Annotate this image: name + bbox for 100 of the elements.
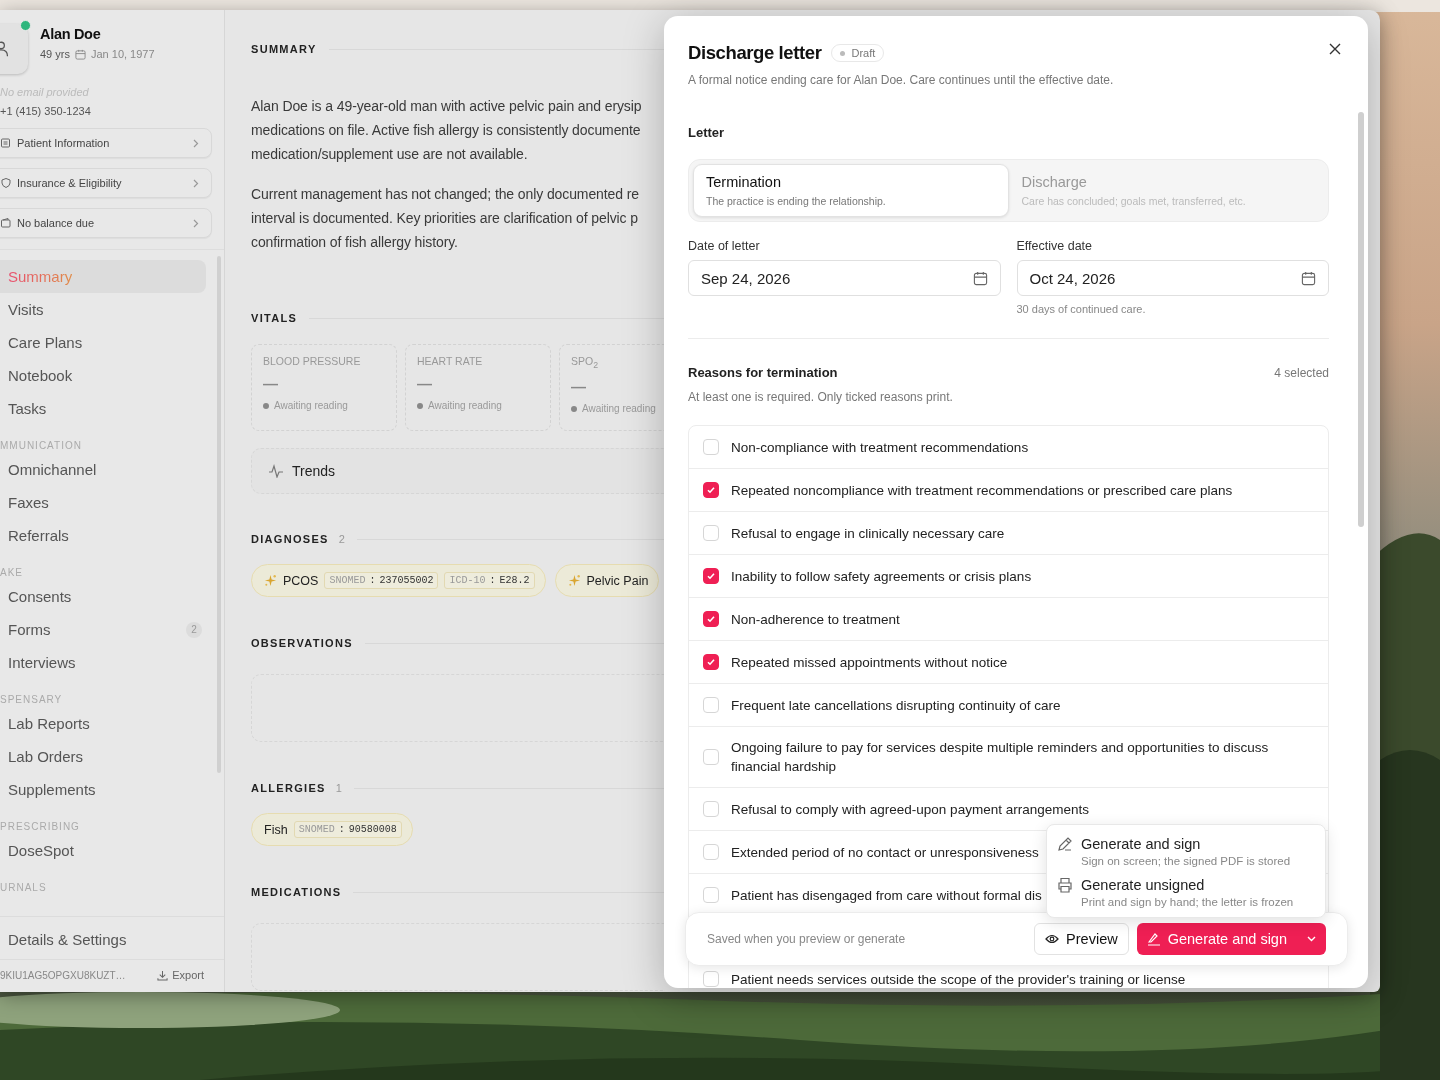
nav-group-label: AKE xyxy=(0,566,24,580)
code-tag: SNOMED : 90580008 xyxy=(293,821,402,838)
vital-value: — xyxy=(263,375,279,392)
status-dot xyxy=(571,405,577,412)
allergy-chip[interactable]: Fish SNOMED : 90580008 xyxy=(251,813,413,846)
patient-link[interactable]: Patient Information xyxy=(0,128,212,158)
vital-status: Awaiting reading xyxy=(428,400,502,411)
nav-item[interactable]: Interviews xyxy=(0,646,206,679)
letter-type-option[interactable]: Termination The practice is ending the relationship. xyxy=(693,164,1009,217)
calendar-icon xyxy=(74,48,86,60)
section-heading: ALLERGIES xyxy=(251,782,326,794)
selection-count: 4 selected xyxy=(1274,366,1329,380)
patient-link[interactable]: No balance due xyxy=(0,208,212,238)
nav-item[interactable]: Lab Orders xyxy=(0,740,206,773)
reason-label: Ongoing failure to pay for services despite multiple reminders and opportunities to discuss financial hardship xyxy=(731,739,1270,776)
status-dot xyxy=(263,402,269,409)
reason-label: Extended period of no contact or unresponsiveness xyxy=(731,843,1039,862)
reason-label: Repeated missed appointments without notice xyxy=(731,653,1008,672)
calendar-icon xyxy=(1301,270,1316,286)
menu-item[interactable]: Generate and sign Sign on screen; the signed PDF is stored xyxy=(1047,833,1325,870)
nav-item[interactable]: Forms xyxy=(0,613,178,646)
eye-icon xyxy=(1045,934,1060,944)
section-count: 1 xyxy=(335,782,342,794)
section-hint: At least one is required. Only ticked reasons print. xyxy=(688,390,954,404)
calendar-icon xyxy=(972,270,988,286)
nav-item[interactable]: Care Plans xyxy=(0,326,206,359)
vital-value: — xyxy=(571,378,587,396)
field-label: Letter xyxy=(688,125,726,140)
nav-item[interactable]: Supplements xyxy=(0,773,206,806)
nav-item[interactable]: Lab Reports xyxy=(0,707,206,740)
status-dot xyxy=(417,402,423,409)
nav-item[interactable]: DoseSpot xyxy=(0,834,206,867)
caret-icon xyxy=(1307,936,1316,942)
menu-item[interactable]: Generate unsigned Print and sign by hand; the letter is frozen xyxy=(1047,874,1325,911)
code-tag: SNOMED : 237055002 xyxy=(324,572,439,589)
section-heading: VITALS xyxy=(251,312,298,324)
nav-item[interactable]: Omnichannel xyxy=(0,453,206,486)
dialog-title: Discharge letter xyxy=(688,42,822,64)
field-label: Effective date xyxy=(1016,239,1093,253)
diagnosis-chip[interactable]: Pelvic Pain xyxy=(554,564,660,597)
count-badge: 2 xyxy=(186,621,202,638)
nav-item[interactable]: Referrals xyxy=(0,519,206,552)
summary-paragraph: Alan Doe is a 49-year-old man with active pelvic pain and erysip medications on file. Active fish allergy is consistently documente medication/supplement use are not available. xyxy=(251,97,643,164)
section-title: Reasons for termination xyxy=(688,365,838,380)
nav-item[interactable]: Tasks xyxy=(0,392,206,425)
reason-label: Repeated noncompliance with treatment recommendations or prescribed care plans xyxy=(731,481,1233,500)
birth-date: Jan 10, 1977 xyxy=(90,48,155,60)
nav-group-label: MMUNICATION xyxy=(0,439,83,453)
code-tag: ICD-10 : E28.2 xyxy=(444,572,535,589)
checkbox[interactable] xyxy=(703,568,719,584)
nav-item[interactable]: Notebook xyxy=(0,359,206,392)
chevron-icon xyxy=(193,218,199,228)
preview-button[interactable]: Preview xyxy=(1034,923,1129,955)
nav-item[interactable]: Consents xyxy=(0,580,206,613)
vital-status: Awaiting reading xyxy=(274,400,348,411)
vital-status: Awaiting reading xyxy=(582,403,656,415)
date-field[interactable]: Sep 24, 2026 xyxy=(688,260,1001,296)
save-note: Saved when you preview or generate xyxy=(707,932,907,946)
pulse-icon xyxy=(268,464,284,478)
download-icon xyxy=(157,969,169,981)
date-field[interactable]: Oct 24, 2026 xyxy=(1016,260,1329,296)
sparkle-icon xyxy=(264,574,277,587)
pencil-icon xyxy=(1057,836,1073,852)
check-icon xyxy=(706,614,716,624)
reason-label: Refusal to engage in clinically necessary care xyxy=(731,524,1005,543)
close-icon xyxy=(1329,43,1341,55)
section-heading: MEDICATIONS xyxy=(251,886,342,898)
export-button[interactable]: Export xyxy=(157,969,204,981)
phone-number: +1 (415) 350-1234 xyxy=(0,105,92,117)
section-heading: OBSERVATIONS xyxy=(251,637,353,649)
summary-paragraph: Current management has not changed; the only documented re interval is documented. Key priorities are clarification of pelvic p confirmation of fish allergy history. xyxy=(251,185,640,252)
patient-age: 49 yrs xyxy=(40,48,70,60)
trends-panel[interactable]: Trends xyxy=(251,448,665,494)
reason-label: Patient has disengaged from care without formal dis xyxy=(731,886,1042,905)
scrollbar[interactable] xyxy=(1358,112,1364,527)
generate-button[interactable]: Generate and sign xyxy=(1136,923,1297,955)
vital-label: BLOOD PRESSURE xyxy=(263,355,362,367)
vital-label: HEART RATE xyxy=(417,355,484,367)
reason-label: Inability to follow safety agreements or crisis plans xyxy=(731,567,1032,586)
signature-icon xyxy=(1146,932,1161,946)
diagnosis-chip[interactable]: PCOS SNOMED : 237055002 ICD-10 : E28.2 xyxy=(251,564,546,597)
nav-item[interactable]: Faxes xyxy=(0,486,206,519)
field-hint: 30 days of continued care. xyxy=(1016,303,1147,315)
section-count: 2 xyxy=(338,533,345,545)
sparkle-icon xyxy=(567,574,581,587)
checkbox[interactable] xyxy=(703,482,719,498)
nav-item[interactable]: Visits xyxy=(0,293,206,326)
checkbox[interactable] xyxy=(703,654,719,670)
vital-label: SPO$_{2}$ xyxy=(571,355,600,371)
reason-label: Non-compliance with treatment recommendations xyxy=(731,438,1029,457)
printer-icon xyxy=(1057,877,1073,893)
checkbox[interactable] xyxy=(703,611,719,627)
section-heading: DIAGNOSES xyxy=(251,533,329,545)
check-icon xyxy=(706,571,716,581)
settings-link[interactable]: Details & Settings xyxy=(0,917,224,960)
patient-link[interactable]: Insurance & Eligibility xyxy=(0,168,212,198)
reason-label: Patient needs services outside the scope of the provider's training or license xyxy=(731,970,1186,988)
nav-group-label: SPENSARY xyxy=(0,693,64,707)
reason-label: Frequent late cancellations disrupting continuity of care xyxy=(731,696,1061,715)
section-heading: SUMMARY xyxy=(251,43,317,55)
